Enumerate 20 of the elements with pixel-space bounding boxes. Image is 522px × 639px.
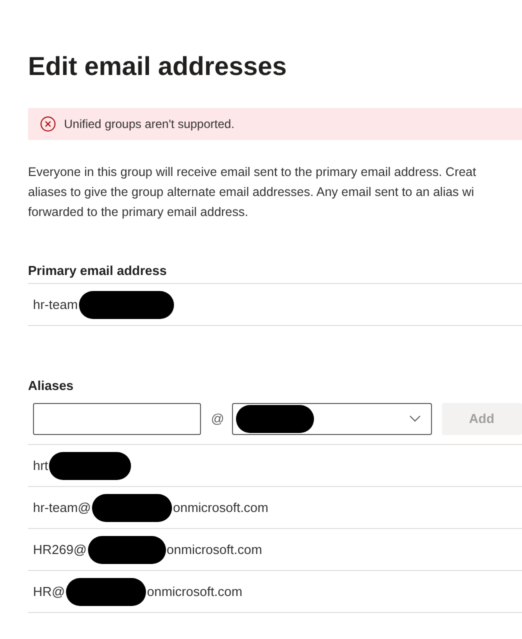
email-text: HR@ <box>33 582 65 601</box>
description-text: Everyone in this group will receive email sent to the primary email address. Creat <box>28 164 478 181</box>
email-text: onmicrosoft.com <box>173 498 268 517</box>
email-text: hrt <box>33 456 48 475</box>
chevron-down-icon <box>409 415 421 423</box>
email-text: onmicrosoft.com <box>146 582 242 601</box>
section-label: Primary email address <box>28 262 168 280</box>
section-label: Aliases <box>28 377 75 395</box>
description-text: forwarded to the primary email address. <box>28 204 250 221</box>
page-title: Edit email addresses <box>28 50 288 82</box>
email-text: hr-team <box>33 296 78 314</box>
email-text: HR269@ <box>33 540 87 559</box>
error-icon <box>40 116 56 132</box>
description-text: aliases to give the group alternate email addresses. Any email sent to an alias wi <box>28 184 476 201</box>
error-message: Unified groups aren't supported. <box>64 116 234 133</box>
alias-input-field[interactable] <box>33 403 201 435</box>
at-sign: @ <box>211 410 224 428</box>
email-text: onmicrosoft.com <box>166 540 262 559</box>
domain-dropdown[interactable] <box>232 403 432 435</box>
email-text: hr-team@ <box>33 498 91 517</box>
